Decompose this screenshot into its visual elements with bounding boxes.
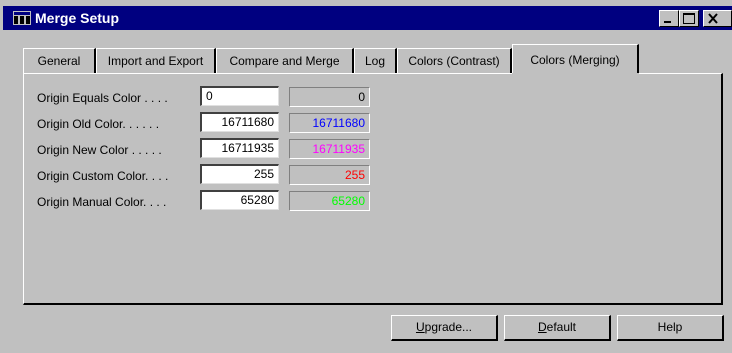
default-button-label: Default [537, 320, 577, 334]
default-button[interactable]: Default [504, 315, 611, 341]
upgrade-button[interactable]: Upgrade... [391, 315, 498, 341]
app-icon [13, 11, 31, 25]
origin-equals-color-preview: 0 [289, 87, 370, 107]
origin-custom-color-preview: 255 [289, 165, 370, 185]
tab-general[interactable]: General [23, 48, 96, 74]
origin-old-color-preview: 16711680 [289, 113, 370, 133]
origin-old-color-input[interactable]: 16711680 [200, 112, 279, 132]
origin-manual-color-label: Origin Manual Color. . . . [37, 195, 167, 209]
merge-setup-window: Merge Setup General Import and Export Co… [0, 0, 732, 353]
tab-log[interactable]: Log [354, 48, 397, 74]
origin-custom-color-input[interactable]: 255 [200, 164, 279, 184]
active-tab-gap [512, 73, 639, 75]
origin-old-color-label: Origin Old Color. . . . . . [37, 117, 160, 131]
help-button[interactable]: Help [617, 315, 724, 341]
origin-equals-color-label: Origin Equals Color . . . . [37, 91, 168, 105]
help-button-label: Help [657, 320, 683, 334]
tab-panel-colors-merging [23, 73, 723, 305]
origin-equals-color-input[interactable]: 0 [200, 86, 279, 106]
origin-new-color-label: Origin New Color . . . . . [37, 143, 162, 157]
tab-import-and-export[interactable]: Import and Export [96, 48, 216, 74]
window-title: Merge Setup [35, 10, 120, 26]
minimize-button[interactable] [659, 10, 679, 27]
title-bar[interactable]: Merge Setup [3, 6, 732, 30]
upgrade-button-label: Upgrade... [415, 320, 473, 334]
origin-custom-color-label: Origin Custom Color. . . . [37, 169, 169, 183]
origin-new-color-input[interactable]: 16711935 [200, 138, 279, 158]
tab-colors-contrast[interactable]: Colors (Contrast) [397, 48, 512, 74]
origin-new-color-preview: 16711935 [289, 139, 370, 159]
maximize-button[interactable] [679, 10, 699, 27]
minimize-icon [664, 21, 671, 23]
tab-compare-and-merge[interactable]: Compare and Merge [216, 48, 354, 74]
close-button[interactable] [703, 10, 732, 27]
close-icon [708, 13, 718, 24]
origin-manual-color-preview: 65280 [289, 191, 370, 211]
origin-manual-color-input[interactable]: 65280 [200, 190, 279, 210]
maximize-icon [683, 13, 695, 24]
tab-colors-merging[interactable]: Colors (Merging) [512, 44, 639, 75]
